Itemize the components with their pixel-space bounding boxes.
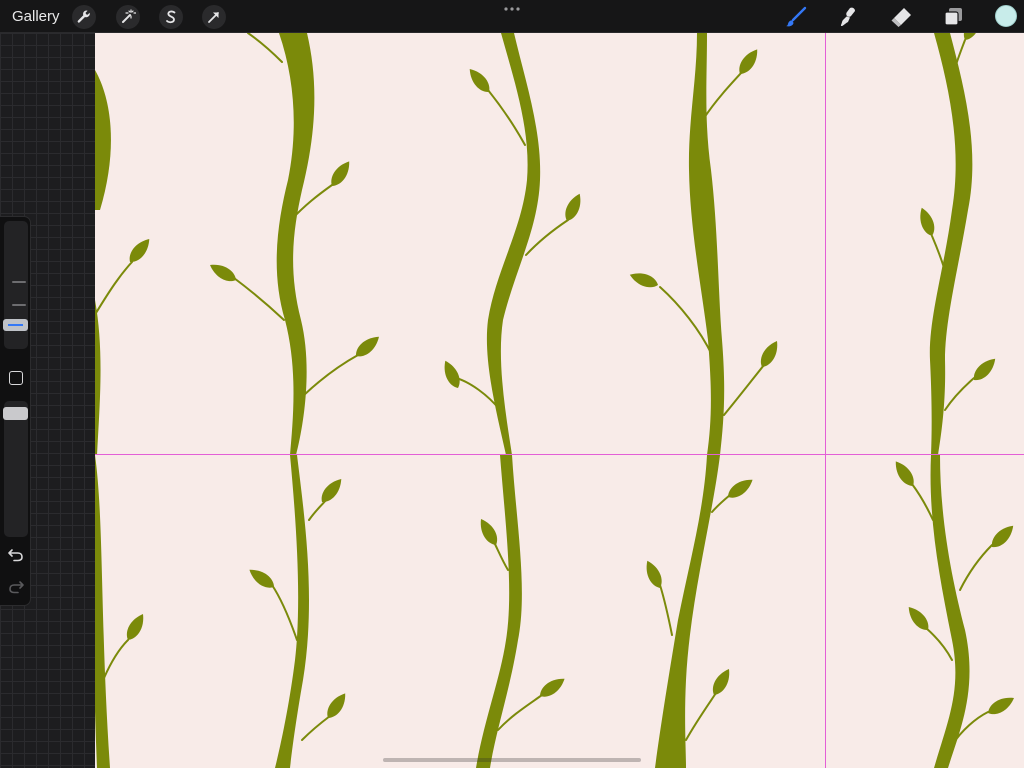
top-toolbar: Gallery (0, 0, 1024, 33)
slider-tick (12, 304, 26, 306)
redo-icon[interactable] (7, 579, 25, 595)
layers-icon (944, 8, 962, 26)
eraser-icon (891, 8, 911, 27)
more-dots-icon[interactable] (502, 4, 522, 14)
vine-artwork (95, 33, 1024, 768)
gallery-button[interactable]: Gallery (12, 7, 60, 26)
undo-icon[interactable] (7, 547, 25, 563)
wrench-icon (77, 10, 90, 23)
opacity-thumb[interactable] (3, 407, 28, 420)
workspace-left-area (0, 33, 95, 768)
opacity-slider[interactable] (4, 401, 28, 537)
vine-leaves (122, 33, 1018, 722)
selection-s-icon (166, 10, 176, 24)
home-indicator[interactable] (383, 758, 641, 762)
arrow-cursor-icon (208, 12, 219, 23)
adjustments-button[interactable] (116, 5, 140, 29)
square-modify-icon[interactable] (9, 371, 23, 385)
eraser-tool-button[interactable] (888, 4, 914, 30)
vine-stems (95, 33, 973, 768)
layers-button[interactable] (940, 4, 966, 30)
transform-button[interactable] (202, 5, 226, 29)
magic-wand-icon (122, 9, 136, 23)
smudge-tool-button[interactable] (835, 4, 861, 30)
selection-button[interactable] (159, 5, 183, 29)
slider-tick (12, 281, 26, 283)
actions-wrench-button[interactable] (72, 5, 96, 29)
brush-tool-button[interactable] (783, 4, 809, 30)
symmetry-guides (95, 33, 1024, 768)
brush-size-thumb[interactable] (3, 319, 28, 331)
vine-twigs (95, 33, 993, 746)
smudge-icon (840, 7, 855, 27)
drawing-canvas[interactable] (95, 33, 1024, 768)
brush-icon (786, 6, 807, 27)
sidebar (0, 216, 31, 606)
color-picker-swatch[interactable] (995, 5, 1017, 27)
